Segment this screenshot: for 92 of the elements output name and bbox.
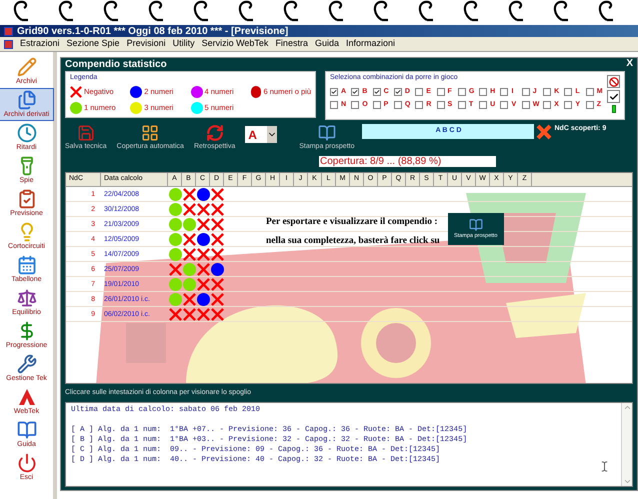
cross-icon — [168, 262, 182, 276]
cross-icon — [182, 292, 196, 306]
cross-icon — [196, 262, 210, 276]
indicator-button[interactable] — [612, 105, 616, 113]
cross-icon — [536, 124, 552, 140]
caret-icon — [267, 126, 278, 143]
checkbox[interactable] — [564, 88, 572, 96]
check-icon — [352, 88, 358, 96]
cross-icon — [196, 308, 210, 320]
instruction-text: nella sua completezza, basterà fare click su — [266, 235, 440, 248]
checkbox[interactable] — [500, 88, 508, 96]
dropdown[interactable]: A — [245, 126, 278, 143]
checkbox[interactable] — [564, 101, 572, 110]
checkbox[interactable] — [372, 88, 381, 96]
refresh-icon — [206, 124, 224, 142]
cross-icon — [210, 188, 224, 200]
cross-icon — [70, 86, 82, 98]
checkbox[interactable] — [479, 88, 488, 96]
checkbox[interactable] — [372, 101, 381, 110]
checkbox[interactable] — [330, 88, 338, 96]
cross-icon — [210, 308, 224, 320]
menu-item[interactable]: Sezione Spie — [66, 37, 120, 51]
cross-icon — [196, 202, 210, 216]
coverage-field: Copertura: 8/9 ... (88,89 %) — [319, 156, 496, 167]
checkbox[interactable] — [351, 88, 360, 96]
book-icon — [318, 124, 336, 142]
checkbox[interactable] — [479, 101, 488, 110]
scale-icon — [16, 288, 36, 308]
check-icon — [374, 88, 380, 96]
check-icon — [394, 88, 401, 96]
cross-icon — [210, 278, 224, 290]
checkbox[interactable] — [522, 101, 530, 110]
checkbox[interactable] — [500, 101, 508, 110]
instruction-text: Per esportare e visualizzare il compendio : — [266, 216, 438, 229]
checkbox[interactable] — [458, 88, 466, 96]
menu-item[interactable]: Utility — [172, 37, 195, 51]
ban-button[interactable] — [607, 75, 620, 88]
power-icon — [16, 453, 36, 473]
grid-icon — [141, 124, 160, 142]
ban-icon — [608, 76, 618, 86]
cross-icon — [210, 232, 224, 246]
menu-item[interactable]: Finestra — [275, 37, 308, 51]
checkbox[interactable] — [394, 101, 402, 110]
save-icon — [76, 124, 95, 142]
cross-icon — [196, 248, 210, 260]
checkbox[interactable] — [436, 88, 445, 96]
checkbox[interactable] — [415, 101, 424, 110]
book-icon — [16, 420, 36, 440]
clipboard-check-icon — [16, 189, 36, 209]
checkbox[interactable] — [351, 101, 360, 110]
checkbox[interactable] — [586, 88, 594, 96]
check-icon — [331, 88, 337, 96]
cross-icon — [210, 248, 224, 260]
menu-item[interactable]: Previsioni — [126, 37, 166, 51]
pencil-icon — [16, 57, 36, 77]
menu-item[interactable]: Guida — [314, 37, 339, 51]
checkbox[interactable] — [522, 88, 530, 96]
cross-icon — [210, 202, 224, 216]
cross-icon — [196, 218, 210, 230]
checkbox[interactable] — [543, 88, 552, 96]
wrench-icon — [16, 354, 36, 374]
calendar-icon — [16, 255, 36, 275]
clock-icon — [16, 123, 36, 143]
cross-icon — [182, 202, 196, 216]
checkbox[interactable] — [415, 88, 424, 96]
menu-item[interactable]: Servizio WebTek — [202, 37, 268, 51]
menu-item[interactable]: Informazioni — [346, 37, 396, 51]
checkbox[interactable] — [586, 101, 594, 110]
cross-icon — [182, 248, 196, 260]
checkbox[interactable] — [458, 101, 466, 110]
check-icon — [608, 92, 618, 102]
text-cursor-icon — [599, 461, 610, 472]
cross-icon — [196, 278, 210, 290]
checkbox[interactable] — [394, 88, 402, 96]
cross-icon — [210, 218, 224, 230]
cross-icon — [182, 232, 196, 246]
cross-icon — [168, 308, 182, 320]
close-button[interactable]: X — [626, 59, 633, 69]
files-icon — [16, 90, 36, 110]
cross-icon — [182, 188, 196, 200]
check-button[interactable] — [607, 90, 620, 103]
menu-item[interactable]: Estrazioni — [20, 37, 60, 51]
window-title: Grid90 vers.1-0-R01 *** Oggi 08 feb 2010 *** - [Previsione] — [17, 24, 288, 38]
scroll-down-icon[interactable] — [622, 477, 632, 486]
checkbox[interactable] — [330, 101, 338, 110]
triangle-logo-icon — [16, 387, 36, 407]
panel-title: Compendio statistico — [65, 58, 167, 72]
cross-icon — [210, 292, 224, 306]
book-icon — [468, 218, 483, 232]
checkbox[interactable] — [436, 101, 445, 110]
cross-icon — [182, 308, 196, 320]
checkbox[interactable] — [543, 101, 552, 110]
